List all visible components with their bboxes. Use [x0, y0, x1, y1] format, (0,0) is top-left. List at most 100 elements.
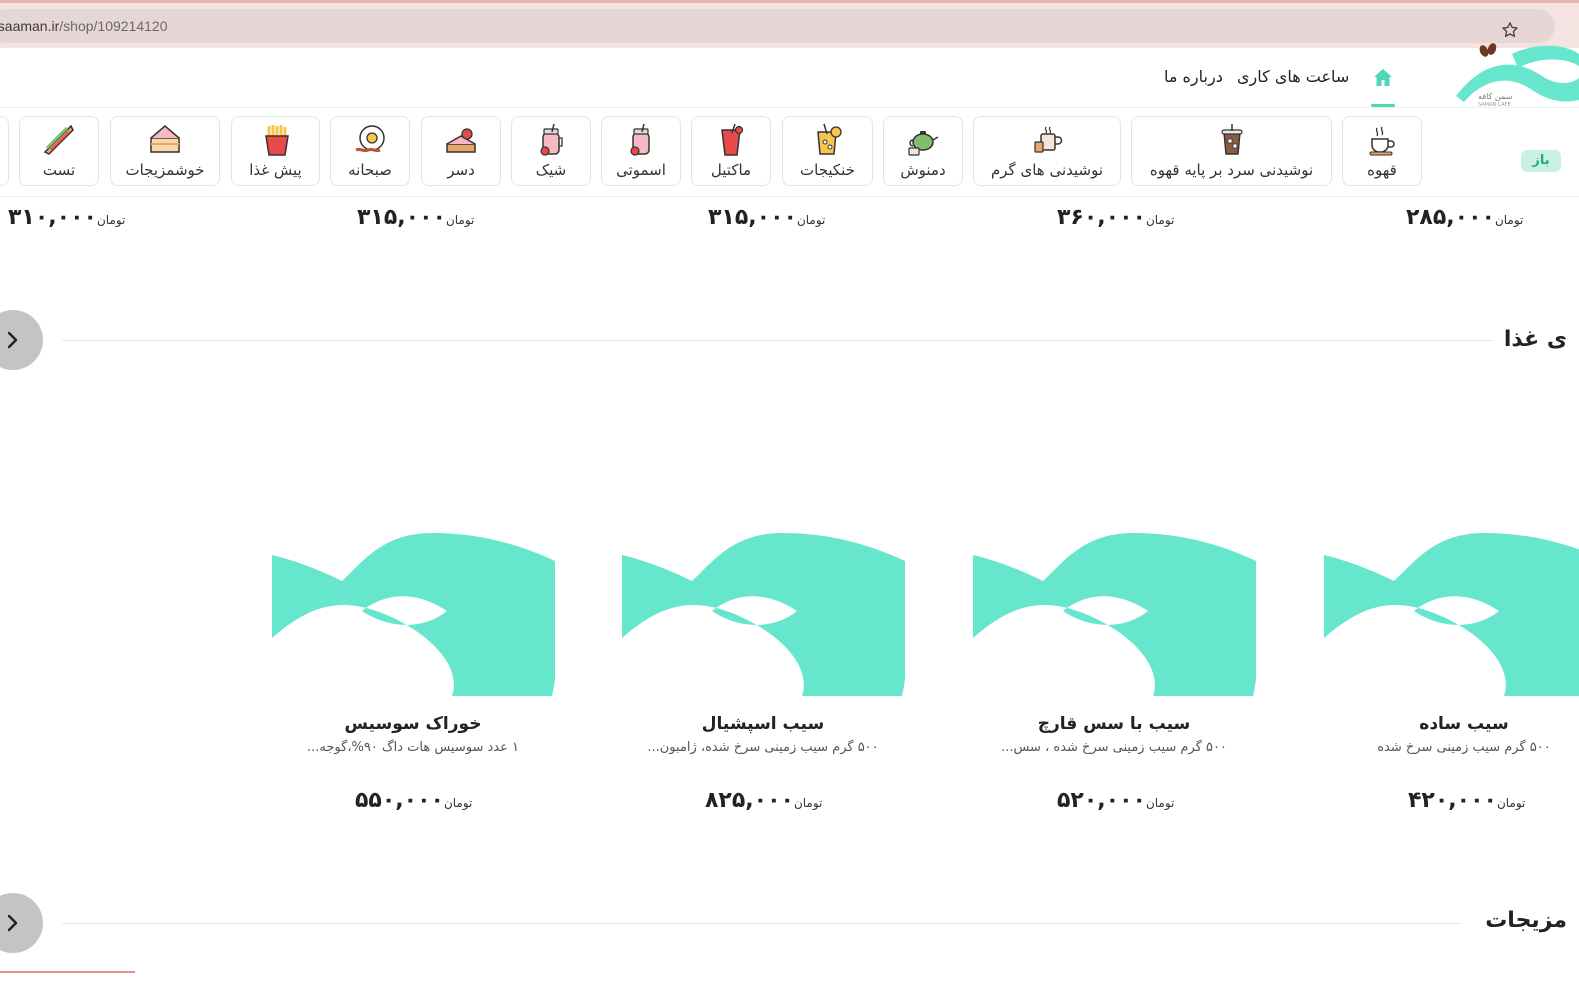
category-shake[interactable]: شیک — [511, 116, 591, 186]
price-value: ۳۱۵,۰۰۰ — [357, 205, 446, 230]
logo-mark-icon — [1456, 43, 1579, 102]
product-description: ۵۰۰ گرم سیب زمینی سرخ شده — [1377, 740, 1551, 755]
coffee-cup-icon — [1369, 126, 1395, 156]
category-label: خوشمزیجات — [125, 161, 205, 179]
product-image[interactable] — [272, 533, 555, 696]
product-description: ۵۰۰ گرم سیب زمینی سرخ شده ، سس... — [1001, 740, 1227, 755]
home-icon[interactable] — [1371, 66, 1395, 90]
category-toast[interactable]: تست — [19, 116, 99, 186]
price-value: ۳۱۰,۰۰۰ — [8, 205, 97, 230]
category-cold-drinks[interactable]: خنکیجات — [782, 116, 873, 186]
category-herbal-tea[interactable]: دمنوش — [883, 116, 963, 186]
category-dessert[interactable]: دسر — [421, 116, 501, 186]
price-value: ۵۲۰,۰۰۰ — [1057, 788, 1146, 813]
section-title-appetizer: ی غذا — [1487, 327, 1567, 352]
currency-label: تومان — [793, 796, 823, 810]
chevron-right-icon — [7, 914, 18, 932]
category-label: نوشیدنی های گرم — [990, 161, 1104, 179]
nav-working-hours[interactable]: ساعت های کاری — [1237, 67, 1349, 86]
cafe-logo[interactable]: سمن کافه SAMAN CAFE — [1452, 34, 1579, 114]
brand-placeholder-icon — [973, 533, 1256, 696]
brand-placeholder-icon — [1324, 533, 1579, 696]
lemonade-icon — [816, 123, 842, 155]
address-bar[interactable]: esaaman.ir/shop/109214120 — [0, 9, 1555, 43]
product-name[interactable]: خوراک سوسیس — [313, 714, 513, 734]
category-label: اسموتی — [616, 161, 666, 179]
product-price: تومان۵۲۰,۰۰۰ — [1057, 788, 1175, 813]
category-mocktail[interactable]: ماکتیل — [691, 116, 771, 186]
price-value: ۵۵۰,۰۰۰ — [355, 788, 444, 813]
price-value: ۲۸۵,۰۰۰ — [1406, 205, 1495, 230]
category-breakfast[interactable]: صبحانه — [330, 116, 410, 186]
logo-text: سمن کافه — [1478, 92, 1513, 101]
brand-placeholder-icon — [272, 533, 555, 696]
currency-label: تومان — [1145, 796, 1175, 810]
iced-coffee-icon — [1220, 124, 1243, 155]
product-description: ۱ عدد سوسیس هات داگ ۹۰%،گوجه... — [307, 740, 519, 755]
category-label: قهوه — [1367, 161, 1397, 179]
scroll-next-button[interactable] — [0, 310, 43, 370]
smoothie-jar-icon — [630, 123, 650, 156]
product-price: تومان۳۱۰,۰۰۰ — [8, 205, 126, 230]
category-smoothie[interactable]: اسموتی — [601, 116, 681, 186]
category-divider — [0, 196, 1579, 197]
price-value: ۸۲۵,۰۰۰ — [705, 788, 794, 813]
category-label: دمنوش — [900, 161, 946, 179]
category-label: نوشیدنی سرد بر پایه قهوه — [1149, 161, 1314, 179]
currency-label: تومان — [1145, 213, 1175, 227]
product-price: تومان۴۲۰,۰۰۰ — [1408, 788, 1526, 813]
product-image[interactable] — [973, 533, 1256, 696]
product-description: ۵۰۰ گرم سیب زمینی سرخ شده، ژامبون... — [647, 740, 879, 755]
currency-label: تومان — [796, 213, 826, 227]
currency-label: تومان — [1494, 213, 1524, 227]
currency-label: تومان — [96, 213, 126, 227]
product-price: تومان۲۸۵,۰۰۰ — [1406, 205, 1524, 230]
hot-drinks-icon — [1034, 126, 1063, 153]
product-image[interactable] — [622, 533, 905, 696]
product-name[interactable]: سیب ساده — [1364, 714, 1564, 734]
browser-toolbar: esaaman.ir/shop/109214120 — [0, 0, 1579, 48]
price-value: ۳۶۰,۰۰۰ — [1057, 205, 1146, 230]
fried-egg-icon — [355, 125, 385, 153]
brand-placeholder-icon — [622, 533, 905, 696]
currency-label: تومان — [445, 213, 475, 227]
category-partial[interactable] — [0, 116, 9, 186]
scroll-next-button[interactable] — [0, 893, 43, 953]
product-price: تومان۳۱۵,۰۰۰ — [357, 205, 475, 230]
snack-cake-icon — [150, 125, 180, 153]
teapot-icon — [908, 131, 939, 156]
home-active-indicator — [1371, 104, 1395, 107]
category-appetizer[interactable]: پیش غذا — [231, 116, 320, 186]
milkshake-jar-icon — [540, 123, 563, 156]
product-price: تومان۵۵۰,۰۰۰ — [355, 788, 473, 813]
section-divider — [62, 923, 1462, 924]
category-label: خنکیجات — [800, 161, 855, 179]
category-hot-drinks[interactable]: نوشیدنی های گرم — [973, 116, 1121, 186]
category-snacks[interactable]: خوشمزیجات — [110, 116, 220, 186]
address-bar-url[interactable]: esaaman.ir/shop/109214120 — [0, 18, 167, 34]
category-label: شیک — [535, 161, 567, 179]
currency-label: تومان — [443, 796, 473, 810]
price-value: ۴۲۰,۰۰۰ — [1408, 788, 1497, 813]
french-fries-icon — [264, 125, 289, 156]
category-label: دسر — [447, 161, 475, 179]
site-header: ساعت های کاری درباره ما — [0, 48, 1579, 108]
category-label: ماکتیل — [710, 161, 752, 179]
section-title-text: مزیجات — [1485, 908, 1567, 933]
product-price: تومان۸۲۵,۰۰۰ — [705, 788, 823, 813]
chevron-right-icon — [7, 331, 18, 349]
nav-about-us[interactable]: درباره ما — [1164, 67, 1223, 86]
section-title-text: ی غذا — [1503, 327, 1567, 352]
price-value: ۳۱۵,۰۰۰ — [708, 205, 797, 230]
category-iced-coffee[interactable]: نوشیدنی سرد بر پایه قهوه — [1131, 116, 1332, 186]
category-bar: قهوه نوشیدنی سرد بر پایه قهوه نوشیدنی ها… — [0, 116, 1430, 186]
category-label: صبحانه — [348, 161, 392, 179]
sandwich-icon — [43, 124, 74, 155]
product-image[interactable] — [1324, 533, 1579, 696]
product-name[interactable]: سیب با سس قارچ — [1014, 714, 1214, 734]
product-price: تومان۳۶۰,۰۰۰ — [1057, 205, 1175, 230]
product-name[interactable]: سیب اسپشیال — [663, 714, 863, 734]
bottom-accent-bar — [0, 971, 135, 973]
category-coffee[interactable]: قهوه — [1342, 116, 1422, 186]
currency-label: تومان — [1496, 796, 1526, 810]
